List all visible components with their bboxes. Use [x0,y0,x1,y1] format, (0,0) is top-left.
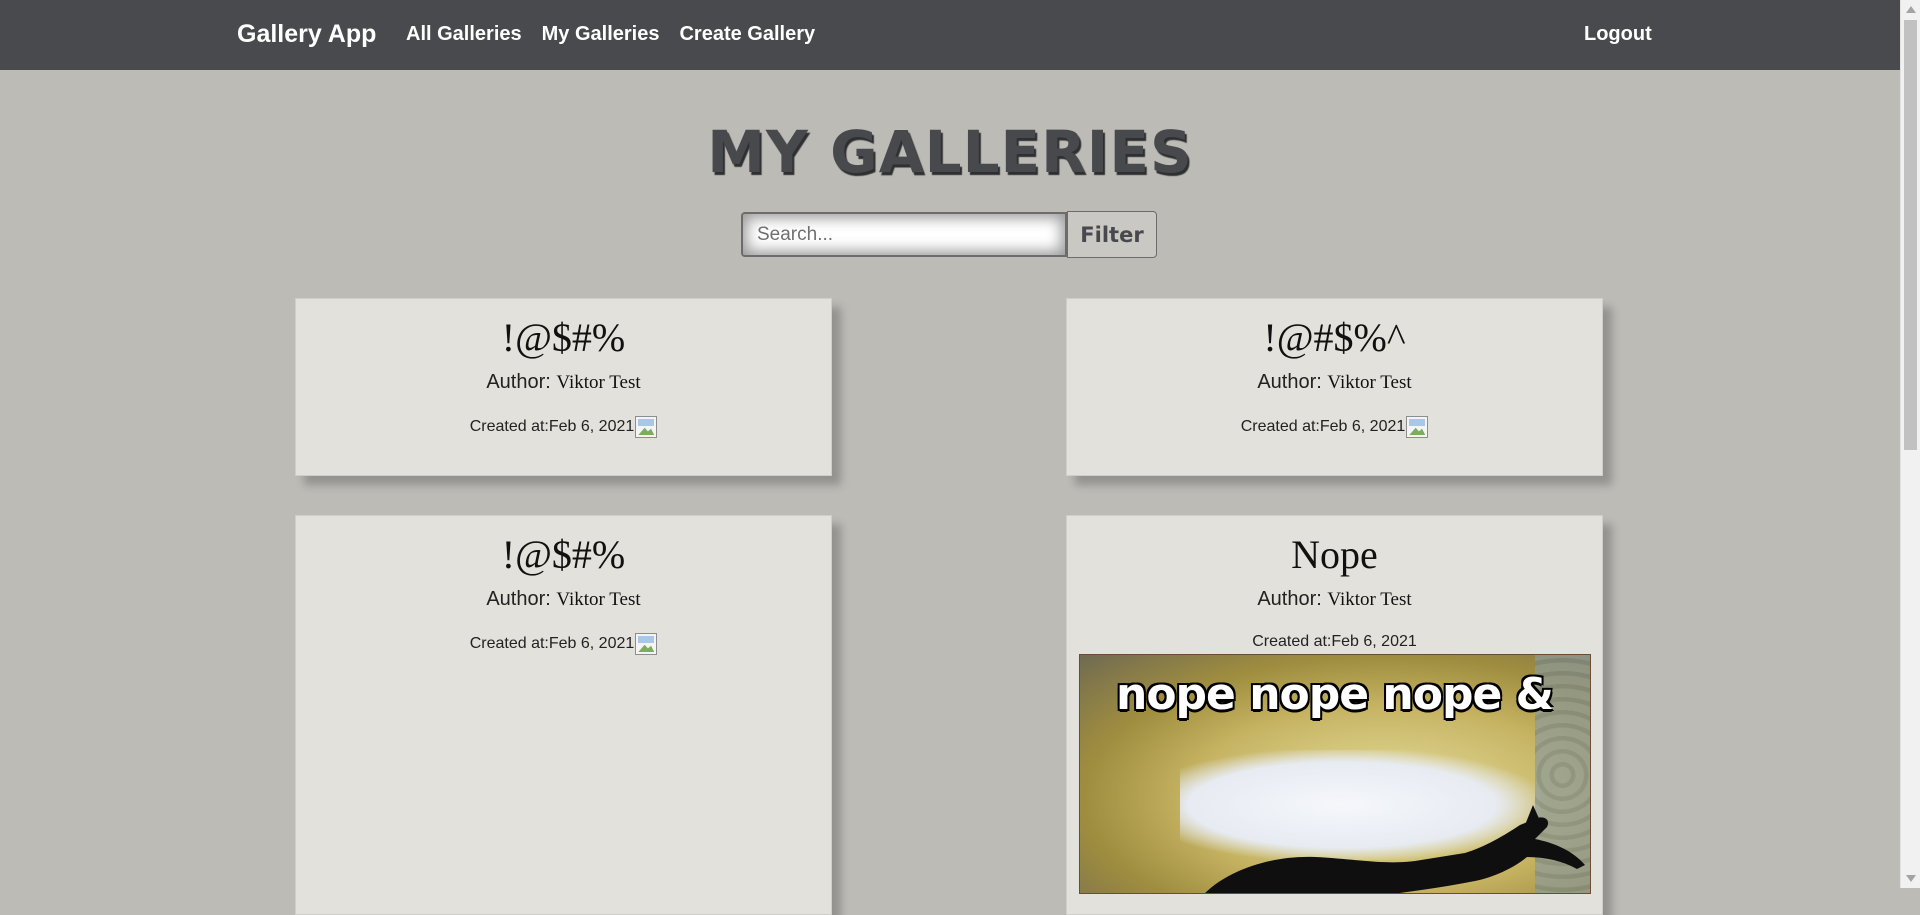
nav-links: All Galleries My Galleries Create Galler… [406,23,815,46]
gallery-card: !@$#% Author: Viktor Test Created at: Fe… [295,515,832,915]
created-date: Feb 6, 2021 [548,418,635,435]
created-label: Created at: [469,635,549,652]
author-name[interactable]: Viktor Test [556,372,640,393]
navbar: Gallery App All Galleries My Galleries C… [0,0,1900,70]
gallery-author: Author: Viktor Test [296,371,831,394]
page-title: MY GALLERIES [707,118,1193,186]
search-input[interactable] [741,212,1067,257]
author-label: Author: [486,371,557,393]
author-name[interactable]: Viktor Test [1327,372,1411,393]
scroll-down-arrow-icon[interactable] [1906,875,1916,882]
broken-image-icon [635,416,658,438]
gallery-created: Created at: Feb 6, 2021 [470,416,658,438]
filter-button[interactable]: Filter [1067,211,1157,258]
gallery-cover-image[interactable]: nope nope nope & [1078,654,1591,894]
created-date: Feb 6, 2021 [1319,418,1406,435]
gallery-author: Author: Viktor Test [1067,588,1602,611]
author-label: Author: [486,588,557,610]
gallery-created: Created at: Feb 6, 2021 [1241,416,1429,438]
created-label: Created at: [469,418,549,435]
search-form: Filter [741,211,1157,258]
gallery-title[interactable]: Nope [1067,532,1602,578]
gallery-card: !@$#% Author: Viktor Test Created at: Fe… [295,298,832,476]
created-label: Created at: [1252,633,1332,650]
created-label: Created at: [1240,418,1320,435]
gallery-created: Created at: Feb 6, 2021 [1252,633,1417,651]
gallery-card: !@#$%^ Author: Viktor Test Created at: F… [1066,298,1603,476]
gallery-created: Created at: Feb 6, 2021 [470,633,658,655]
gallery-author: Author: Viktor Test [296,588,831,611]
logout-link[interactable]: Logout [1584,23,1652,46]
author-label: Author: [1257,371,1328,393]
page-scrollbar[interactable] [1900,0,1920,888]
created-date: Feb 6, 2021 [548,635,635,652]
broken-image-icon [635,633,658,655]
nav-all-galleries[interactable]: All Galleries [406,23,522,46]
gallery-title[interactable]: !@$#% [296,532,831,578]
scroll-thumb[interactable] [1904,20,1917,450]
nav-create-gallery[interactable]: Create Gallery [679,23,815,46]
broken-image-icon [1406,416,1429,438]
dog-silhouette [1204,805,1585,893]
author-name[interactable]: Viktor Test [556,589,640,610]
author-label: Author: [1257,588,1328,610]
scroll-up-arrow-icon[interactable] [1906,6,1916,13]
brand-link[interactable]: Gallery App [237,20,376,49]
gallery-title[interactable]: !@$#% [296,315,831,361]
nav-my-galleries[interactable]: My Galleries [542,23,660,46]
gallery-card: Nope Author: Viktor Test Created at: Feb… [1066,515,1603,915]
gallery-title[interactable]: !@#$%^ [1067,315,1602,361]
author-name[interactable]: Viktor Test [1327,589,1411,610]
gallery-author: Author: Viktor Test [1067,371,1602,394]
created-date: Feb 6, 2021 [1331,633,1417,650]
meme-caption: nope nope nope & [1116,669,1554,720]
